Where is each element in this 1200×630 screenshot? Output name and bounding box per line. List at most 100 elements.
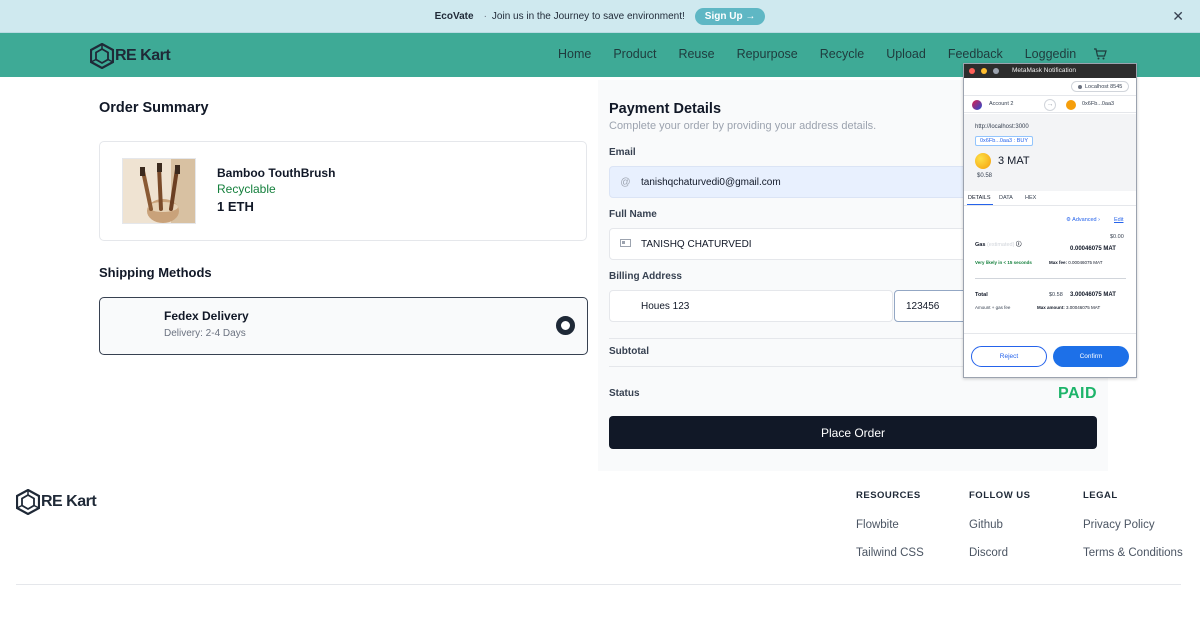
status-badge: PAID xyxy=(1058,385,1098,402)
minimize-dot-icon[interactable] xyxy=(981,68,987,74)
id-card-icon xyxy=(610,238,641,250)
address-value: Houes 123 xyxy=(641,300,690,312)
metamask-popup: MetaMask Notification Localhost 8545 Acc… xyxy=(963,63,1137,378)
tab-details[interactable]: DETAILS xyxy=(968,195,991,201)
billing-label: Billing Address xyxy=(609,271,682,282)
product-name: Bamboo TouthBrush xyxy=(217,166,336,180)
shipping-option[interactable]: Fedex Delivery Delivery: 2-4 Days xyxy=(99,297,588,355)
zip-value: 123456 xyxy=(906,300,940,312)
gas-likely: Very likely in < 15 seconds xyxy=(975,260,1032,265)
edit-link[interactable]: Edit xyxy=(1114,217,1123,223)
gas-label: Gas (estimated) ⓘ xyxy=(975,242,1022,248)
network-dot-icon xyxy=(1078,84,1082,89)
banner-brand: EcoVate xyxy=(434,10,474,22)
close-icon[interactable]: ✕ xyxy=(1172,8,1184,25)
logo-text: RE Kart xyxy=(115,47,171,64)
shipping-title: Shipping Methods xyxy=(99,265,212,280)
divider xyxy=(964,205,1136,206)
footer-logo[interactable]: RE Kart xyxy=(16,489,97,515)
footer-link-terms[interactable]: Terms & Conditions xyxy=(1083,547,1183,559)
nav-menu: Home Product Reuse Repurpose Recycle Upl… xyxy=(558,47,1098,61)
nav-reuse[interactable]: Reuse xyxy=(678,47,714,61)
fullname-label: Full Name xyxy=(609,209,657,220)
payment-subtitle: Complete your order by providing your ad… xyxy=(609,120,877,132)
product-tag: Recyclable xyxy=(217,182,276,196)
nav-repurpose[interactable]: Repurpose xyxy=(737,47,798,61)
product-image xyxy=(122,158,196,224)
nav-home[interactable]: Home xyxy=(558,47,591,61)
footer-link-flowbite[interactable]: Flowbite xyxy=(856,519,899,531)
place-order-button[interactable]: Place Order xyxy=(609,416,1097,449)
tab-hex[interactable]: HEX xyxy=(1025,195,1036,201)
nav-loggedin[interactable]: Loggedin xyxy=(1025,47,1076,61)
nav-upload[interactable]: Upload xyxy=(886,47,926,61)
divider xyxy=(964,333,1136,334)
footer-logo-text: RE Kart xyxy=(41,493,97,510)
token-icon xyxy=(975,153,991,169)
email-value: tanishqchaturvedi0@gmail.com xyxy=(641,176,781,188)
shipping-radio[interactable] xyxy=(556,316,575,335)
nav-product[interactable]: Product xyxy=(613,47,656,61)
reject-button[interactable]: Reject xyxy=(971,346,1047,367)
site-logo[interactable]: RE Kart xyxy=(90,43,171,69)
footer-legal-title: LEGAL xyxy=(1083,490,1118,501)
info-icon: ⓘ xyxy=(1015,242,1022,248)
arrow-right-icon: → xyxy=(1044,99,1056,111)
gas-usd: $0.00 xyxy=(1110,234,1124,240)
tab-data[interactable]: DATA xyxy=(999,195,1013,201)
total-label: Total xyxy=(975,292,988,298)
product-price: 1 ETH xyxy=(217,199,254,214)
banner-message: Join us in the Journey to save environme… xyxy=(491,10,685,22)
total-usd: $0.58 xyxy=(1049,292,1063,298)
account-row: Account 2 → 0x6Fb...0aa3 xyxy=(964,95,1136,113)
gas-mat: 0.00046075 MAT xyxy=(1070,246,1116,252)
recipient-address: 0x6Fb...0aa3 xyxy=(1082,101,1115,107)
footer-link-tailwind[interactable]: Tailwind CSS xyxy=(856,547,924,559)
account-avatar xyxy=(972,100,982,110)
maximize-dot-icon[interactable] xyxy=(993,68,999,74)
amount-gas: Amount + gas fee xyxy=(975,305,1011,310)
origin-url: http://localhost:3000 xyxy=(975,124,1029,130)
max-amount: Max amount: 3.00046075 MAT xyxy=(1037,305,1101,310)
metamask-title: MetaMask Notification xyxy=(1012,67,1076,74)
account-name: Account 2 xyxy=(989,101,1014,107)
product-card: Bamboo TouthBrush Recyclable 1 ETH xyxy=(99,141,587,241)
address-field[interactable]: Houes 123 xyxy=(609,290,893,322)
payment-title: Payment Details xyxy=(609,101,722,117)
tx-usd: $0.58 xyxy=(977,173,993,179)
fullname-value: TANISHQ CHATURVEDI xyxy=(641,238,752,250)
banner-separator: · xyxy=(483,10,487,22)
max-fee: Max fee: 0.00046075 MAT xyxy=(1049,260,1103,265)
footer-follow-title: FOLLOW US xyxy=(969,490,1031,501)
network-name: Localhost 8545 xyxy=(1085,83,1123,90)
recipient-avatar xyxy=(1066,100,1076,110)
hexagon-logo-icon xyxy=(90,43,114,69)
email-label: Email xyxy=(609,147,636,158)
footer-link-privacy[interactable]: Privacy Policy xyxy=(1083,519,1155,531)
close-dot-icon[interactable] xyxy=(969,68,975,74)
advanced-link[interactable]: ⚙ Advanced › xyxy=(1066,217,1100,223)
nav-feedback[interactable]: Feedback xyxy=(948,47,1003,61)
tx-header: http://localhost:3000 0x6Fb...0aa3 : BUY… xyxy=(964,114,1136,191)
cart-icon[interactable] xyxy=(1093,47,1107,61)
at-icon: @ xyxy=(620,176,631,188)
total-mat: 3.00046075 MAT xyxy=(1070,292,1116,298)
divider xyxy=(975,278,1126,279)
tx-amount: 3 MAT xyxy=(998,155,1030,167)
signup-button[interactable]: Sign Up → xyxy=(694,7,766,25)
hexagon-logo-icon xyxy=(16,489,40,515)
metamask-titlebar: MetaMask Notification xyxy=(964,64,1136,78)
footer-divider xyxy=(16,584,1181,585)
nav-recycle[interactable]: Recycle xyxy=(820,47,864,61)
order-summary-title: Order Summary xyxy=(99,100,209,116)
subtotal-label: Subtotal xyxy=(609,346,649,357)
footer-link-github[interactable]: Github xyxy=(969,519,1003,531)
network-pill[interactable]: Localhost 8545 xyxy=(1071,81,1130,92)
promo-banner: EcoVate · Join us in the Journey to save… xyxy=(0,0,1200,33)
footer-link-discord[interactable]: Discord xyxy=(969,547,1008,559)
confirm-button[interactable]: Confirm xyxy=(1053,346,1129,367)
method-tag: 0x6Fb...0aa3 : BUY xyxy=(975,136,1033,146)
status-label: Status xyxy=(609,388,640,399)
shipping-method: Fedex Delivery xyxy=(164,309,249,323)
shipping-eta: Delivery: 2-4 Days xyxy=(164,328,246,339)
